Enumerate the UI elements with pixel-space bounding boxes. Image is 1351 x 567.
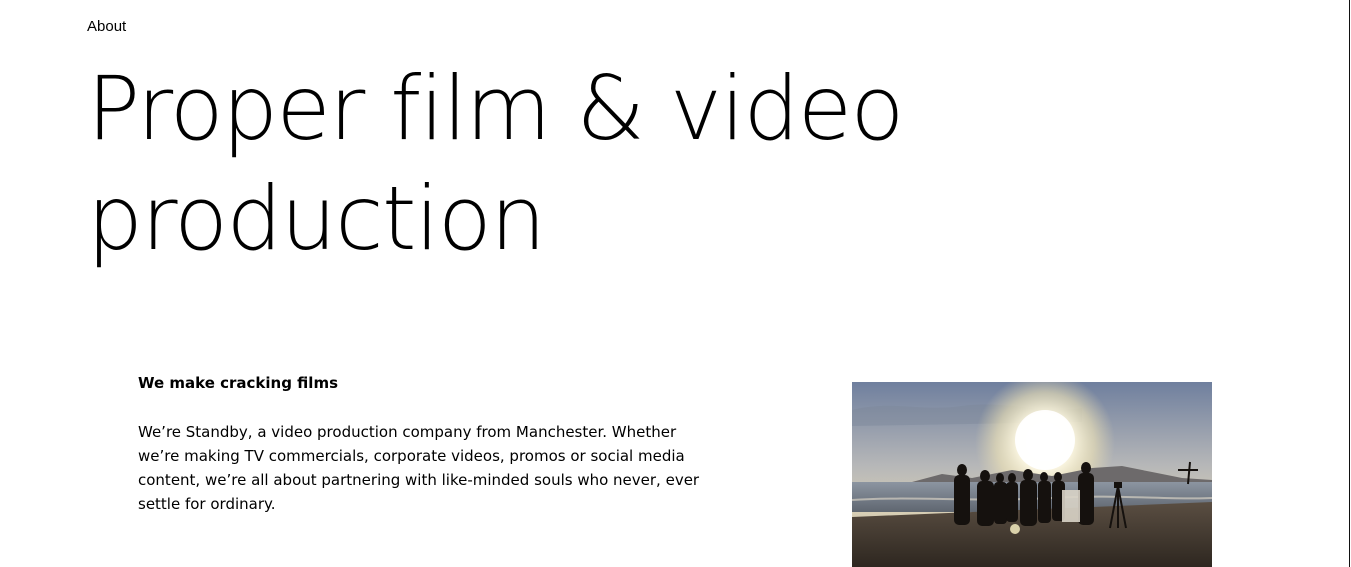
page-title: Proper film & video production	[87, 54, 1087, 274]
intro-body: We’re Standby, a video production compan…	[138, 423, 700, 513]
page-title-line-2: production	[87, 167, 546, 270]
beach-crew-photo	[852, 382, 1212, 567]
page-border	[1349, 0, 1350, 567]
page-title-line-1: Proper film & video	[87, 57, 904, 160]
about-page: About Proper film & video production We …	[0, 0, 1351, 567]
intro-heading: We make cracking films	[138, 374, 339, 392]
intro-section: We make cracking films We’re Standby, a …	[138, 372, 718, 516]
section-label: About	[87, 18, 127, 35]
